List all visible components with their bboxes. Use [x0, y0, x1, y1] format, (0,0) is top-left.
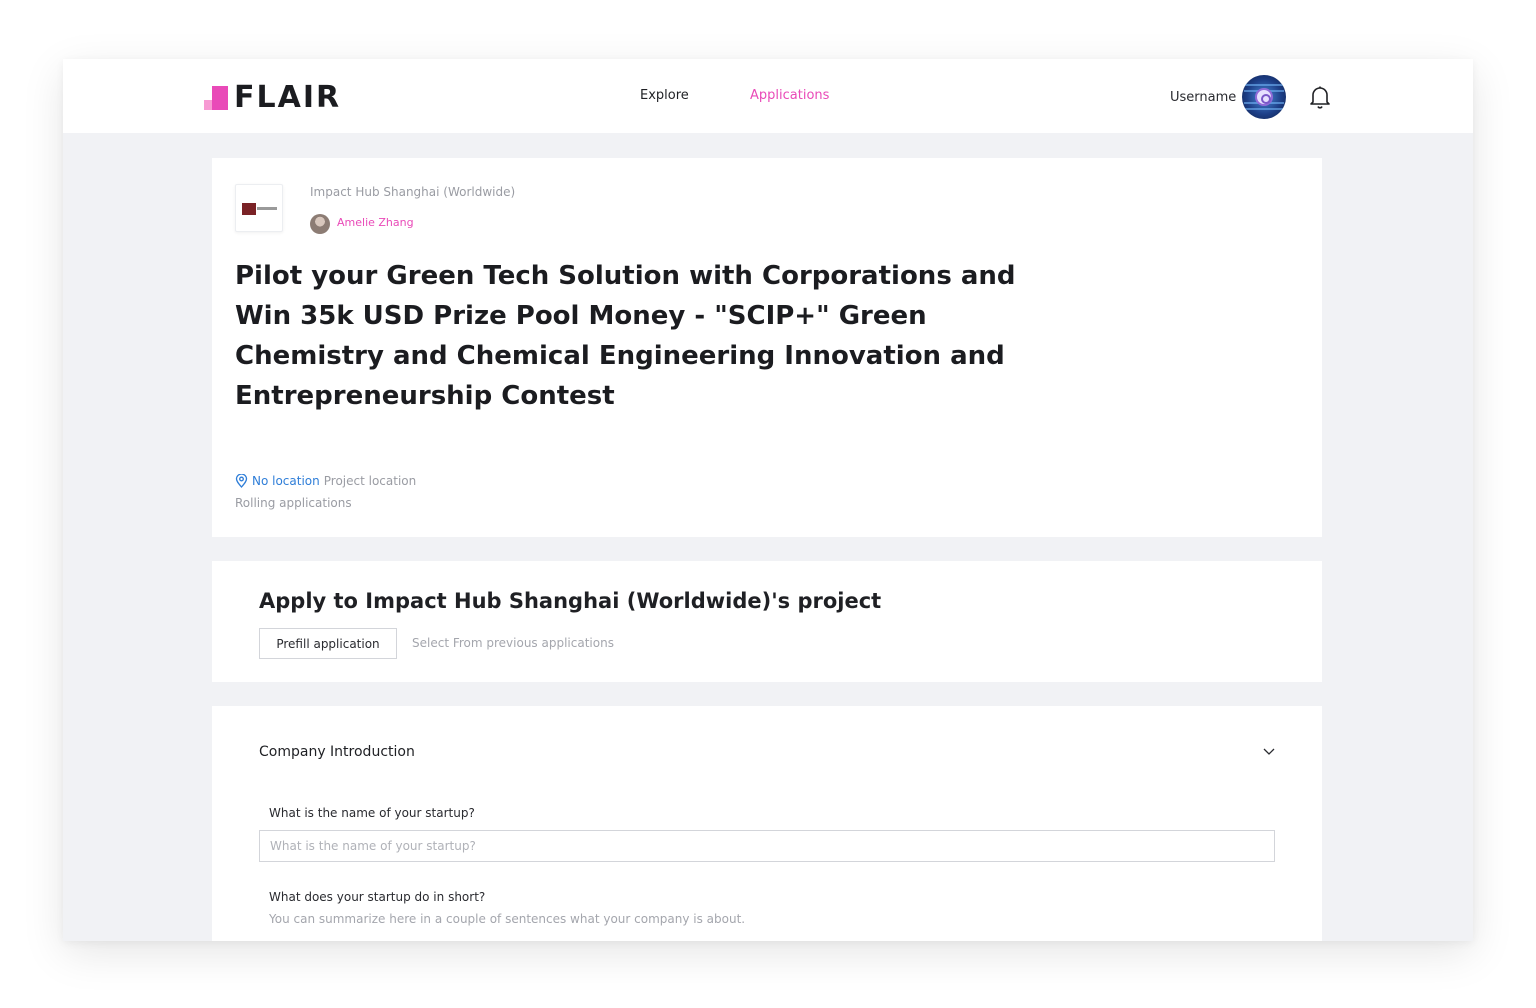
startup-summary-help: You can summarize here in a couple of se…	[269, 912, 746, 926]
nav-explore[interactable]: Explore	[640, 88, 689, 103]
project-title: Pilot your Green Tech Solution with Corp…	[235, 261, 1016, 411]
bell-icon[interactable]	[1309, 85, 1331, 109]
startup-name-label: What is the name of your startup?	[269, 806, 475, 820]
application-form-card: Company Introduction What is the name of…	[212, 706, 1322, 941]
top-navigation-bar: FLAIR Explore Applications Username	[63, 59, 1473, 133]
apply-title: Apply to Impact Hub Shanghai (Worldwide)…	[259, 589, 882, 613]
flair-logo[interactable]: FLAIR	[204, 79, 342, 115]
startup-name-input[interactable]	[259, 830, 1275, 862]
nav-applications[interactable]: Applications	[750, 88, 829, 103]
owner-name-link[interactable]: Amelie Zhang	[337, 216, 414, 229]
owner-avatar	[310, 214, 330, 234]
logo-text: FLAIR	[234, 79, 342, 115]
select-previous-applications-link[interactable]: Select From previous applications	[412, 636, 614, 650]
apply-card: Apply to Impact Hub Shanghai (Worldwide)…	[212, 561, 1322, 682]
impact-hub-logo-icon	[242, 203, 256, 215]
location-pin-icon	[235, 474, 248, 488]
chevron-down-icon[interactable]	[1262, 744, 1276, 758]
company-introduction-section-title[interactable]: Company Introduction	[259, 744, 415, 760]
project-location: No location Project location	[235, 474, 416, 488]
location-label: Project location	[323, 474, 417, 488]
app-window: FLAIR Explore Applications Username Impa…	[63, 59, 1473, 941]
prefill-application-button[interactable]: Prefill application	[259, 628, 397, 659]
organization-name[interactable]: Impact Hub Shanghai (Worldwide)	[310, 185, 515, 199]
project-card: Impact Hub Shanghai (Worldwide) Amelie Z…	[212, 158, 1322, 537]
username-label[interactable]: Username	[1170, 90, 1236, 105]
flair-logo-icon	[204, 86, 228, 110]
user-avatar-icon[interactable]	[1242, 75, 1286, 119]
organization-logo[interactable]	[235, 184, 283, 232]
application-deadline: Rolling applications	[235, 496, 352, 510]
location-value: No location	[252, 474, 320, 488]
startup-summary-label: What does your startup do in short?	[269, 890, 486, 904]
